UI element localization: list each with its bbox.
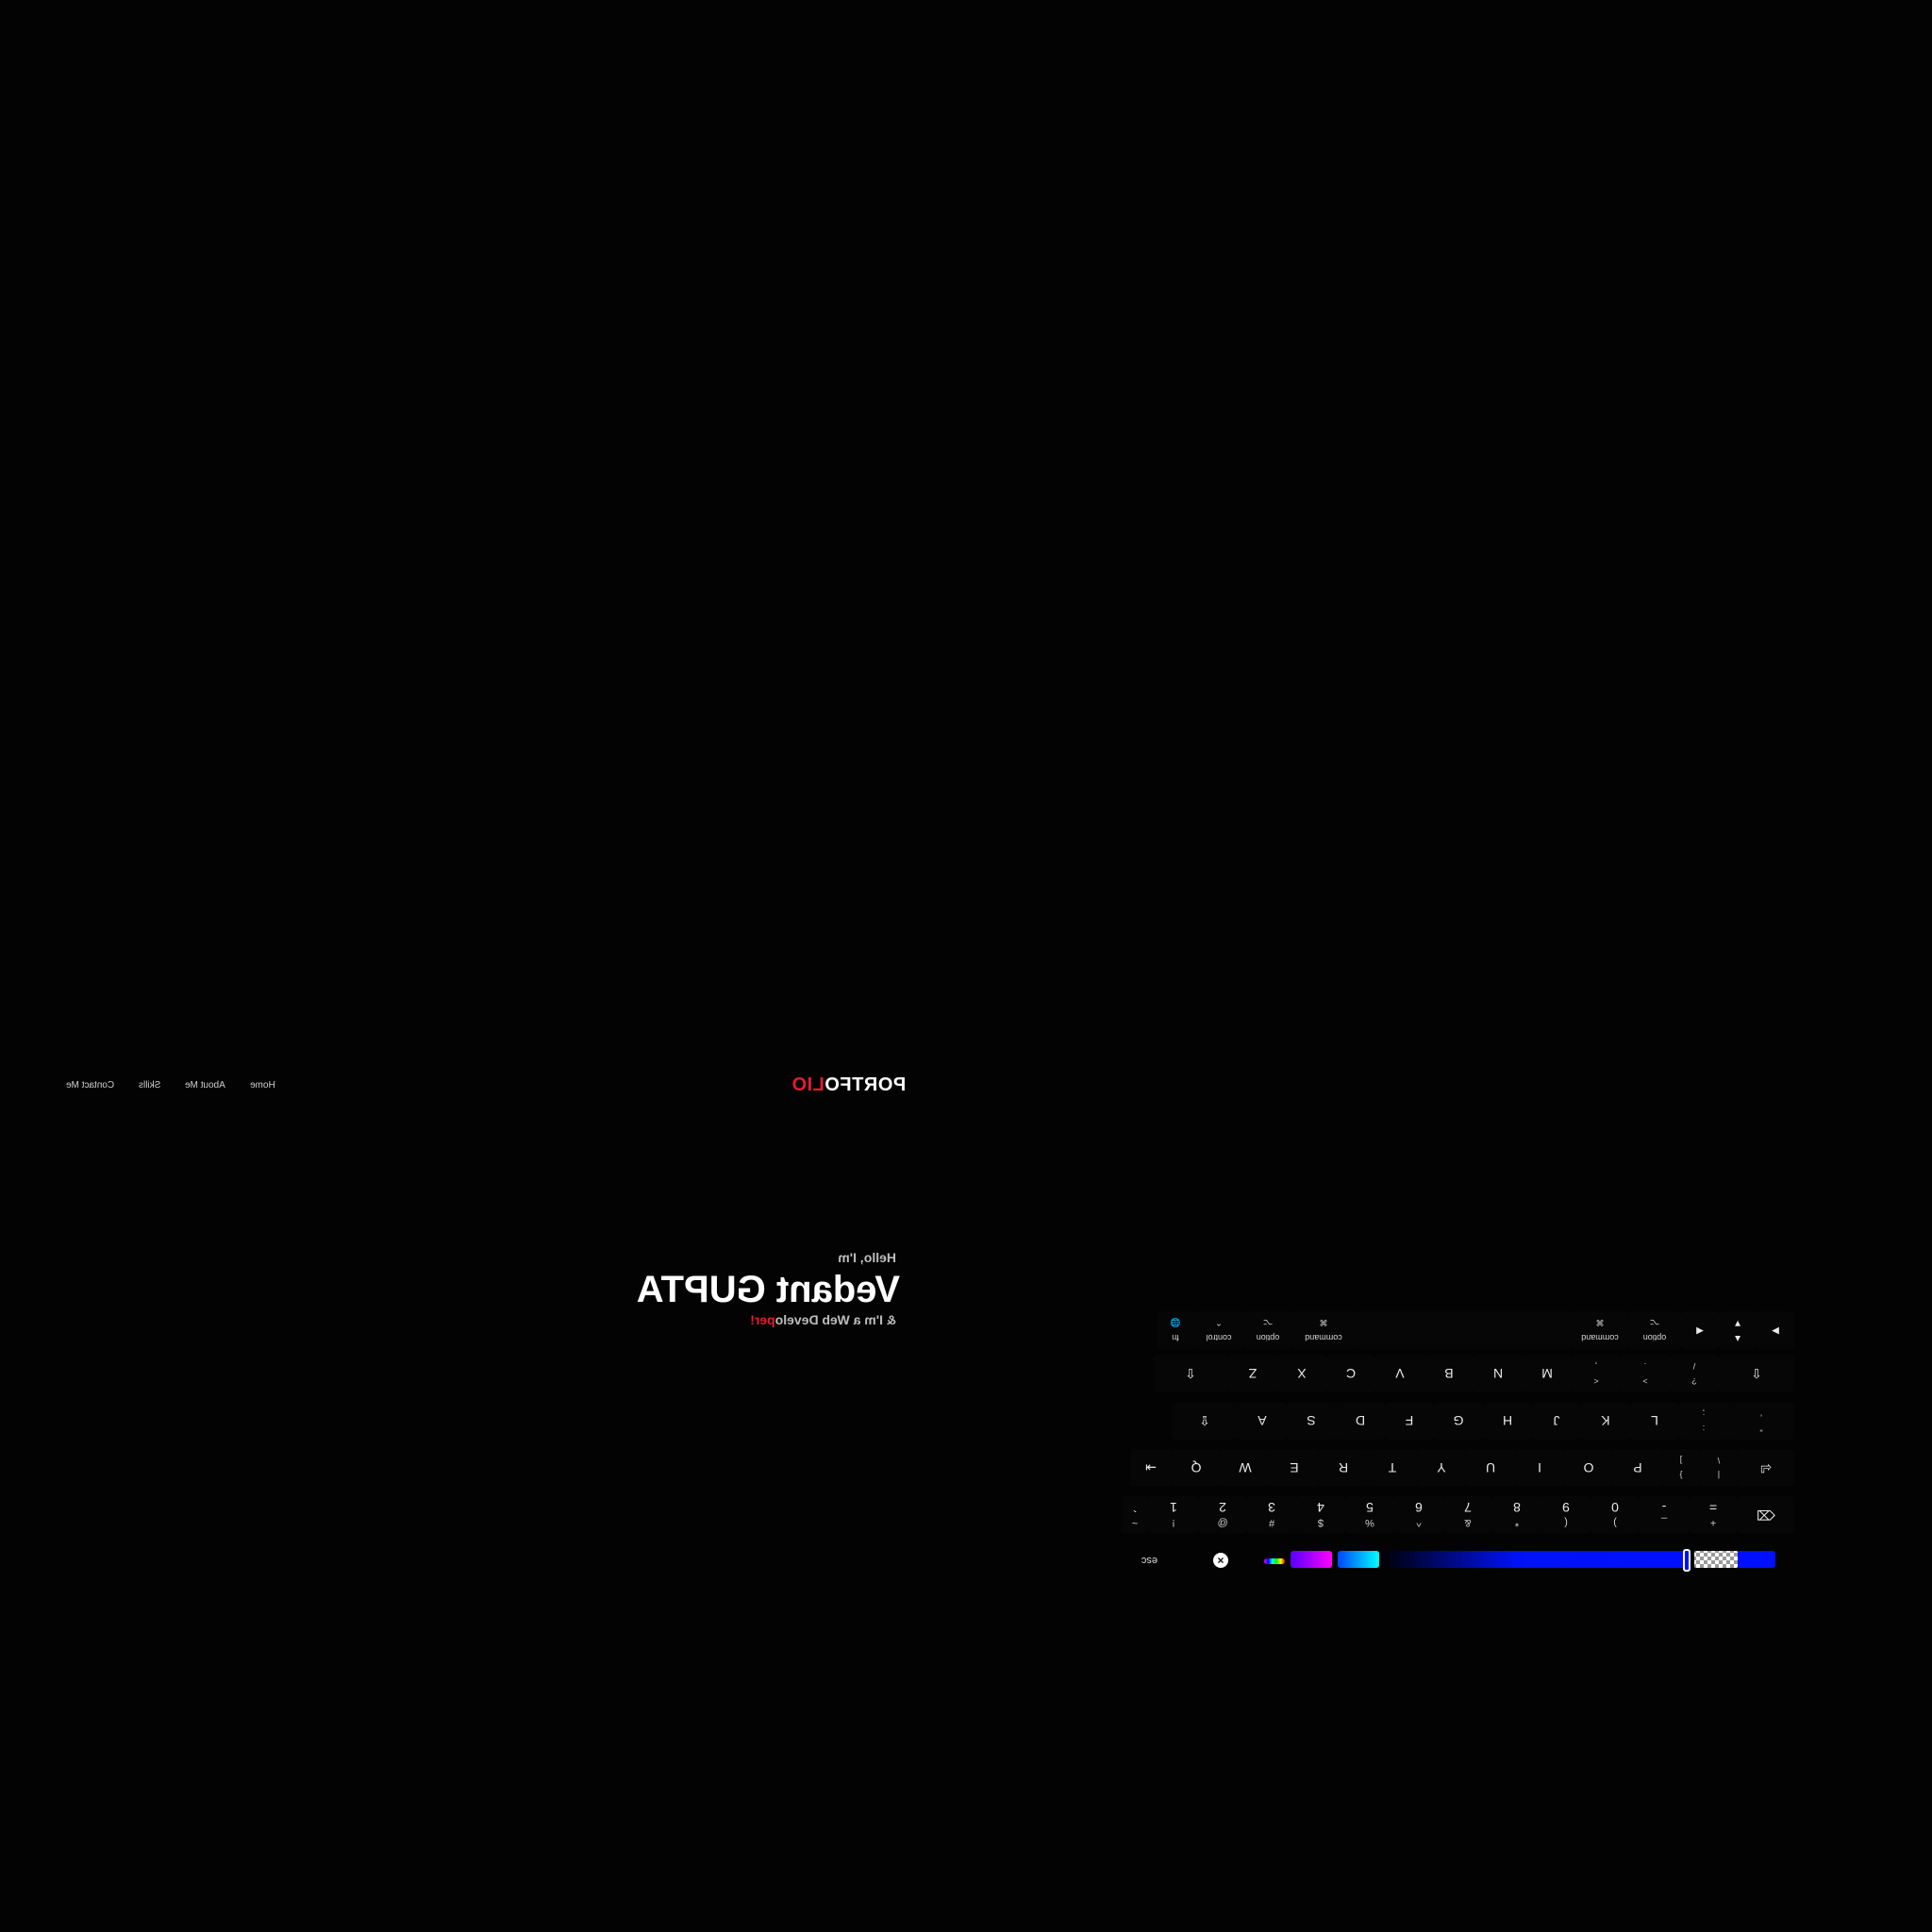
on-screen-keyboard: × esc ⌫ + = _ - ) 0 (9 * 8 & 7 ^ 6 % 5 $4 #3 @2…: [1106, 1311, 1794, 1575]
portfolio-page: PORTFOLIO Home About Me Skills Contact M…: [0, 1057, 943, 1566]
key-equals[interactable]: + =: [1689, 1496, 1738, 1534]
key-u[interactable]: U: [1466, 1449, 1515, 1487]
key-0[interactable]: ) 0: [1591, 1496, 1640, 1534]
key-c[interactable]: C: [1326, 1355, 1375, 1392]
key-1[interactable]: ! 1: [1149, 1496, 1198, 1534]
key-d[interactable]: D: [1336, 1402, 1385, 1440]
key-minus[interactable]: _ -: [1640, 1496, 1689, 1534]
key-n[interactable]: N: [1474, 1355, 1523, 1392]
hero-role-accent: per!: [750, 1312, 775, 1327]
key-s[interactable]: S: [1287, 1402, 1336, 1440]
hue-bar[interactable]: [1381, 1551, 1683, 1568]
color-swatch-magenta[interactable]: [1291, 1551, 1332, 1568]
key-i[interactable]: I: [1515, 1449, 1564, 1487]
keyboard-row-modifiers: ▶ ▲ ▼ ◀ option ⌥ command ⌘ command ⌘ option ⌥…: [1106, 1311, 1794, 1349]
key-b[interactable]: B: [1424, 1355, 1474, 1392]
tab-icon[interactable]: ⇥: [1130, 1449, 1172, 1487]
brand-accent: LIO: [791, 1074, 824, 1095]
key-right-bracket[interactable]: }]: [1662, 1449, 1700, 1487]
close-icon[interactable]: ×: [1213, 1553, 1228, 1568]
keyboard-row-qwerty: ⏎ | \ }] P O I U Y T R E W Q ⇥: [1106, 1449, 1794, 1487]
key-7[interactable]: & 7: [1443, 1496, 1492, 1534]
globe-icon[interactable]: fn 🌐: [1157, 1311, 1194, 1349]
key-3[interactable]: #3: [1247, 1496, 1296, 1534]
key-8[interactable]: * 8: [1492, 1496, 1541, 1534]
key-2[interactable]: @2: [1198, 1496, 1247, 1534]
hero-greeting: Hello, I'm: [838, 1250, 896, 1265]
key-period[interactable]: >.: [1621, 1355, 1670, 1392]
brand-logo[interactable]: PORTFOLIO: [791, 1074, 906, 1096]
key-o[interactable]: O: [1564, 1449, 1613, 1487]
color-swatch-blue[interactable]: [1734, 1551, 1775, 1568]
navbar: PORTFOLIO Home About Me Skills Contact M…: [66, 1057, 906, 1113]
hero-role-prefix: & I'm a Web Develo: [774, 1312, 896, 1327]
hero-name: Vedant GUPTA: [636, 1269, 900, 1310]
right-option-key[interactable]: option ⌥: [1628, 1311, 1681, 1349]
color-swatch-cyan[interactable]: [1338, 1551, 1379, 1568]
keyboard-row-bottom: ⇧ ? / >. <, M N B V C X Z ⇧: [1106, 1355, 1794, 1392]
alpha-slider[interactable]: [1694, 1551, 1738, 1568]
key-l[interactable]: L: [1630, 1402, 1679, 1440]
arrow-up-down-icon[interactable]: ▲ ▼: [1719, 1311, 1757, 1349]
nav-link-skills[interactable]: Skills: [139, 1080, 160, 1091]
key-6[interactable]: ^ 6: [1394, 1496, 1443, 1534]
left-command-key[interactable]: command ⌘: [1292, 1311, 1355, 1349]
delete-icon[interactable]: ⌫: [1738, 1496, 1794, 1534]
esc-key[interactable]: esc: [1141, 1555, 1158, 1566]
key-p[interactable]: P: [1613, 1449, 1662, 1487]
nav-link-home[interactable]: Home: [250, 1080, 275, 1091]
key-q[interactable]: Q: [1172, 1449, 1221, 1487]
key-j[interactable]: J: [1532, 1402, 1581, 1440]
key-r[interactable]: R: [1319, 1449, 1368, 1487]
return-icon[interactable]: ⏎: [1738, 1449, 1794, 1487]
left-shift-icon[interactable]: ⇧: [1153, 1355, 1228, 1392]
brand-main: PORTFO: [824, 1074, 906, 1095]
key-w[interactable]: W: [1221, 1449, 1270, 1487]
key-4[interactable]: $4: [1296, 1496, 1345, 1534]
arrow-left-icon[interactable]: ◀: [1681, 1311, 1719, 1349]
key-backtick[interactable]: ~ `: [1121, 1496, 1149, 1534]
key-k[interactable]: K: [1581, 1402, 1630, 1440]
hero-section: Hello, I'm Vedant GUPTA & I'm a Web Deve…: [637, 1250, 900, 1327]
left-option-key[interactable]: option ⌥: [1243, 1311, 1292, 1349]
nav-link-about[interactable]: About Me: [185, 1080, 225, 1091]
nav-links: Home About Me Skills Contact Me: [66, 1080, 275, 1091]
key-x[interactable]: X: [1277, 1355, 1326, 1392]
keyboard-toolbar: × esc: [1106, 1541, 1794, 1575]
key-a[interactable]: A: [1238, 1402, 1287, 1440]
key-m[interactable]: M: [1523, 1355, 1572, 1392]
key-h[interactable]: H: [1483, 1402, 1532, 1440]
nav-link-contact[interactable]: Contact Me: [66, 1080, 114, 1091]
key-g[interactable]: G: [1434, 1402, 1483, 1440]
key-v[interactable]: V: [1375, 1355, 1424, 1392]
key-f[interactable]: F: [1385, 1402, 1434, 1440]
key-comma[interactable]: <,: [1572, 1355, 1621, 1392]
key-slash[interactable]: ? /: [1670, 1355, 1719, 1392]
key-5[interactable]: % 5: [1345, 1496, 1394, 1534]
control-key[interactable]: control ⌃: [1194, 1311, 1243, 1349]
spectrum-icon[interactable]: [1264, 1558, 1285, 1564]
key-semicolon[interactable]: :;: [1679, 1402, 1728, 1440]
key-z[interactable]: Z: [1228, 1355, 1277, 1392]
shift-icon[interactable]: ⇧: [1719, 1355, 1794, 1392]
caps-lock-icon[interactable]: ⇪: [1172, 1402, 1238, 1440]
keyboard-row-numbers: ⌫ + = _ - ) 0 (9 * 8 & 7 ^ 6 % 5 $4 #3 @2 ! 1 ~ `: [1106, 1496, 1794, 1534]
slider-handle[interactable]: [1683, 1549, 1690, 1572]
keyboard-row-home: " ' :; L K J H G F D S A ⇪: [1106, 1402, 1794, 1440]
right-command-key[interactable]: command ⌘: [1572, 1311, 1628, 1349]
hero-role: & I'm a Web Developer!: [651, 1312, 896, 1327]
key-e[interactable]: E: [1270, 1449, 1319, 1487]
arrow-right-icon[interactable]: ▶: [1757, 1311, 1794, 1349]
key-9[interactable]: (9: [1541, 1496, 1591, 1534]
space-bar[interactable]: [1355, 1311, 1572, 1349]
key-backslash[interactable]: | \: [1700, 1449, 1738, 1487]
key-t[interactable]: T: [1368, 1449, 1417, 1487]
key-quote[interactable]: " ': [1728, 1402, 1794, 1440]
key-y[interactable]: Y: [1417, 1449, 1466, 1487]
